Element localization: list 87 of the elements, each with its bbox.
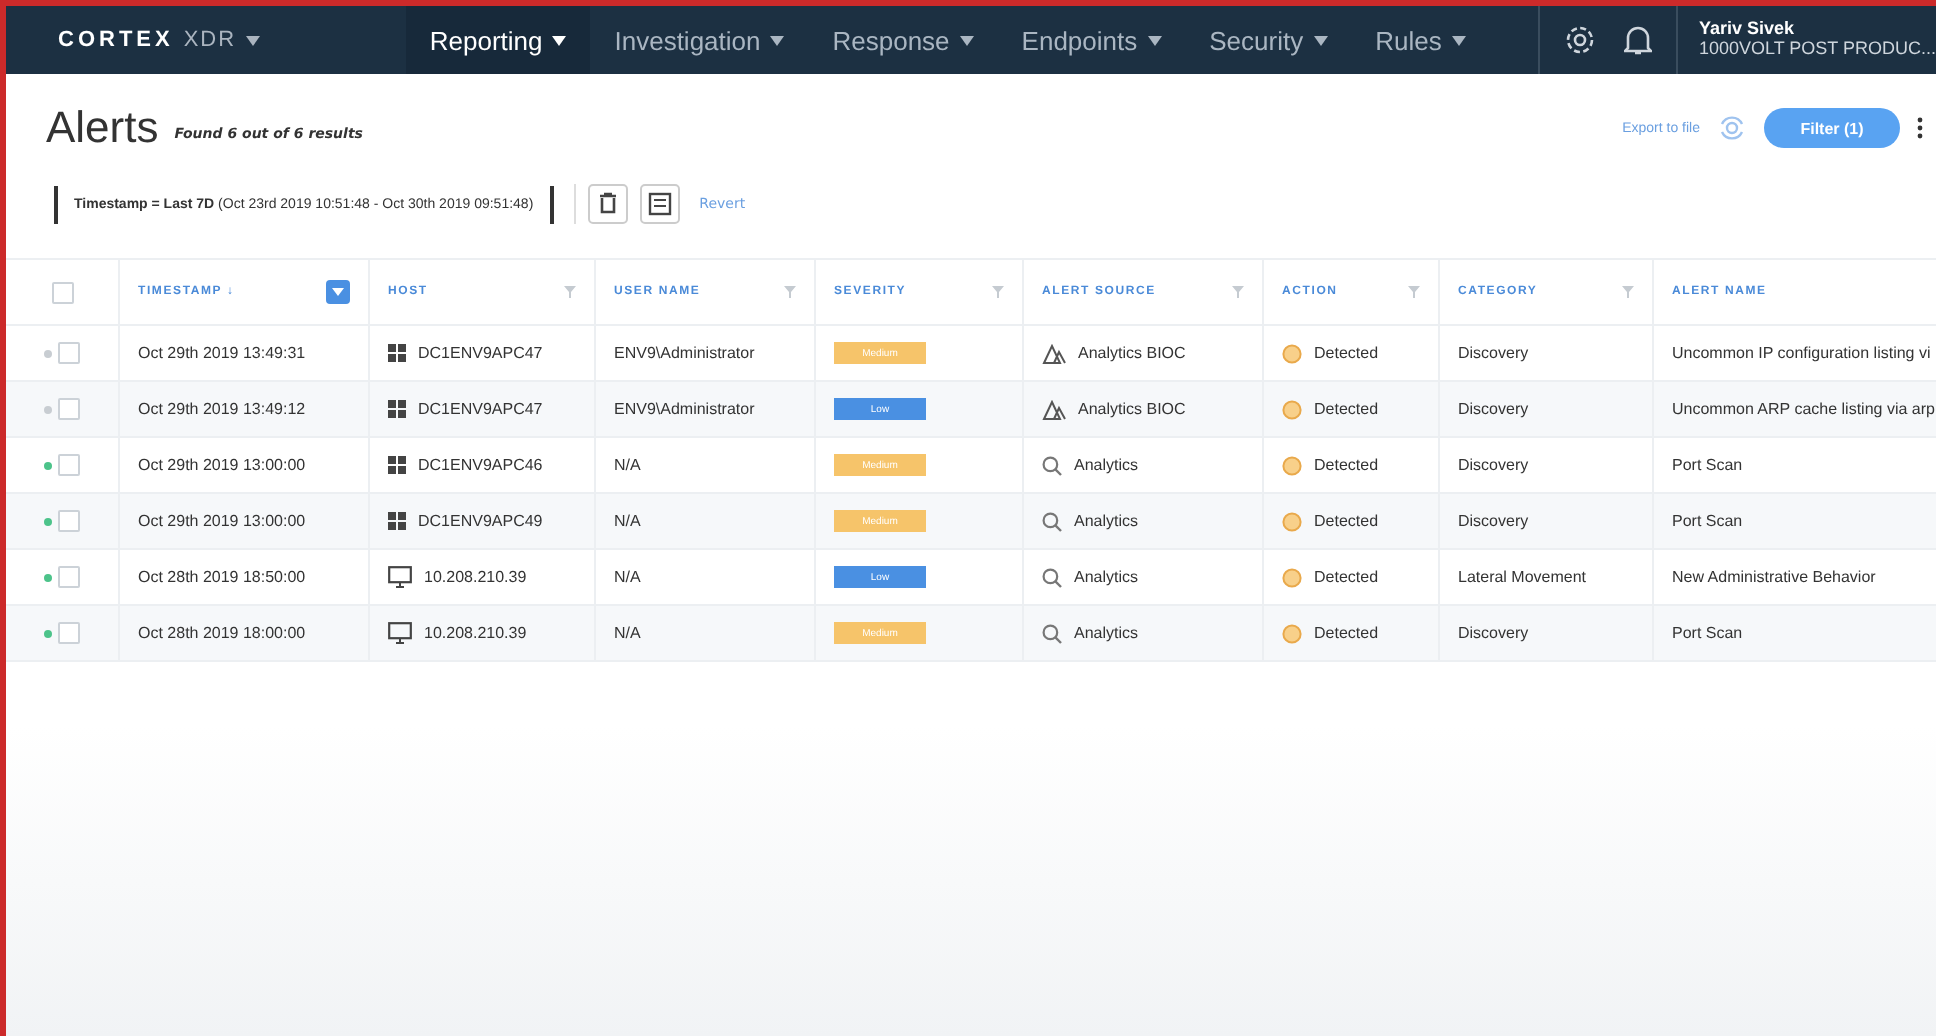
refresh-icon[interactable] [1716,112,1748,144]
table-cell: DC1ENV9APC49 [418,512,543,530]
table-cell: DC1ENV9APC46 [418,456,543,474]
table-cell: Discovery [1458,344,1529,362]
table-cell: Detected [1314,512,1379,530]
user-name[interactable]: Yariv Sivek [1698,20,1936,40]
row-checkbox[interactable] [58,566,80,588]
page-title: Alerts [46,102,159,154]
detected-icon [1282,343,1302,363]
nav-menu[interactable]: Rules [1351,6,1490,74]
detected-icon [1282,623,1302,643]
filter-icon[interactable] [1408,286,1420,298]
caret-icon [1147,36,1162,46]
table-cell: Detected [1314,344,1379,362]
table-cell: Detected [1314,400,1379,418]
logo[interactable]: CORTEX [58,28,174,52]
table-cell: Oct 28th 2019 18:50:00 [138,568,306,586]
table-cell: 10.208.210.39 [424,624,527,642]
table-cell: Analytics [1074,624,1139,642]
caret-icon [552,36,567,46]
filter-icon[interactable] [1232,286,1244,298]
table-cell: Uncommon IP configuration listing vi [1672,344,1931,362]
table-cell: Port Scan [1672,456,1743,474]
table-cell: Oct 29th 2019 13:49:12 [138,400,306,418]
row-checkbox[interactable] [58,454,80,476]
table-cell: New Administrative Behavior [1672,568,1876,586]
table-cell: ENV9\Administrator [614,400,755,418]
select-all-checkbox[interactable] [51,281,73,303]
caret-icon [246,35,261,45]
filter-icon[interactable] [1622,286,1634,298]
save-icon[interactable] [639,184,680,224]
table-cell: Port Scan [1672,624,1743,642]
table-cell: Discovery [1458,456,1529,474]
caret-icon [1451,36,1466,46]
nav-menu[interactable]: Security [1185,6,1352,74]
table-cell: DC1ENV9APC47 [418,400,543,418]
table-cell: Analytics BIOC [1078,344,1186,362]
table-cell: Oct 28th 2019 18:00:00 [138,624,306,642]
nav-menu[interactable]: Endpoints [997,6,1186,74]
detected-icon [1282,399,1302,419]
organization-name: 1000VOLT POST PRODUC... [1698,40,1936,60]
row-checkbox[interactable] [58,398,80,420]
table-cell: N/A [614,624,641,642]
table-cell: Lateral Movement [1458,568,1587,586]
table-cell: 10.208.210.39 [424,568,527,586]
caret-icon [959,36,974,46]
table-cell: Discovery [1458,624,1529,642]
caret-icon [1313,36,1328,46]
table-cell: ENV9\Administrator [614,344,755,362]
table-cell: Analytics [1074,456,1139,474]
nav-menu[interactable]: Reporting [405,6,591,74]
caret-icon [770,36,785,46]
table-cell: Discovery [1458,512,1529,530]
product-menu[interactable]: XDR [183,28,237,52]
table-cell: Port Scan [1672,512,1743,530]
bell-icon[interactable] [1624,24,1653,56]
table-cell: N/A [614,568,641,586]
filter-icon[interactable] [992,286,1004,298]
detected-icon [1282,511,1302,531]
table-cell: Analytics [1074,512,1139,530]
filter-icon[interactable] [564,286,576,298]
more-icon[interactable] [1916,116,1924,140]
detected-icon [1282,455,1302,475]
table-cell: Analytics [1074,568,1139,586]
table-cell: N/A [614,512,641,530]
nav-menu[interactable]: Investigation [590,6,809,74]
nav-menu[interactable]: Response [808,6,998,74]
table-cell: N/A [614,456,641,474]
row-checkbox[interactable] [58,510,80,532]
table-cell: Detected [1314,624,1379,642]
filter-button[interactable]: Filter (1) [1764,108,1900,148]
table-cell: DC1ENV9APC47 [418,344,543,362]
row-checkbox[interactable] [58,342,80,364]
table-cell: Discovery [1458,400,1529,418]
table-cell: Oct 29th 2019 13:00:00 [138,512,306,530]
table-cell: Oct 29th 2019 13:49:31 [138,344,306,362]
table-cell: Detected [1314,456,1379,474]
filter-icon[interactable] [784,286,796,298]
row-checkbox[interactable] [58,622,80,644]
table-cell: Analytics BIOC [1078,400,1186,418]
table-cell: Uncommon ARP cache listing via arp [1672,400,1935,418]
table-cell: Detected [1314,568,1379,586]
table-cell: Oct 29th 2019 13:00:00 [138,456,306,474]
settings-icon[interactable] [1564,24,1597,56]
filter-icon[interactable] [326,280,350,304]
trash-icon[interactable] [587,184,628,224]
detected-icon [1282,567,1302,587]
